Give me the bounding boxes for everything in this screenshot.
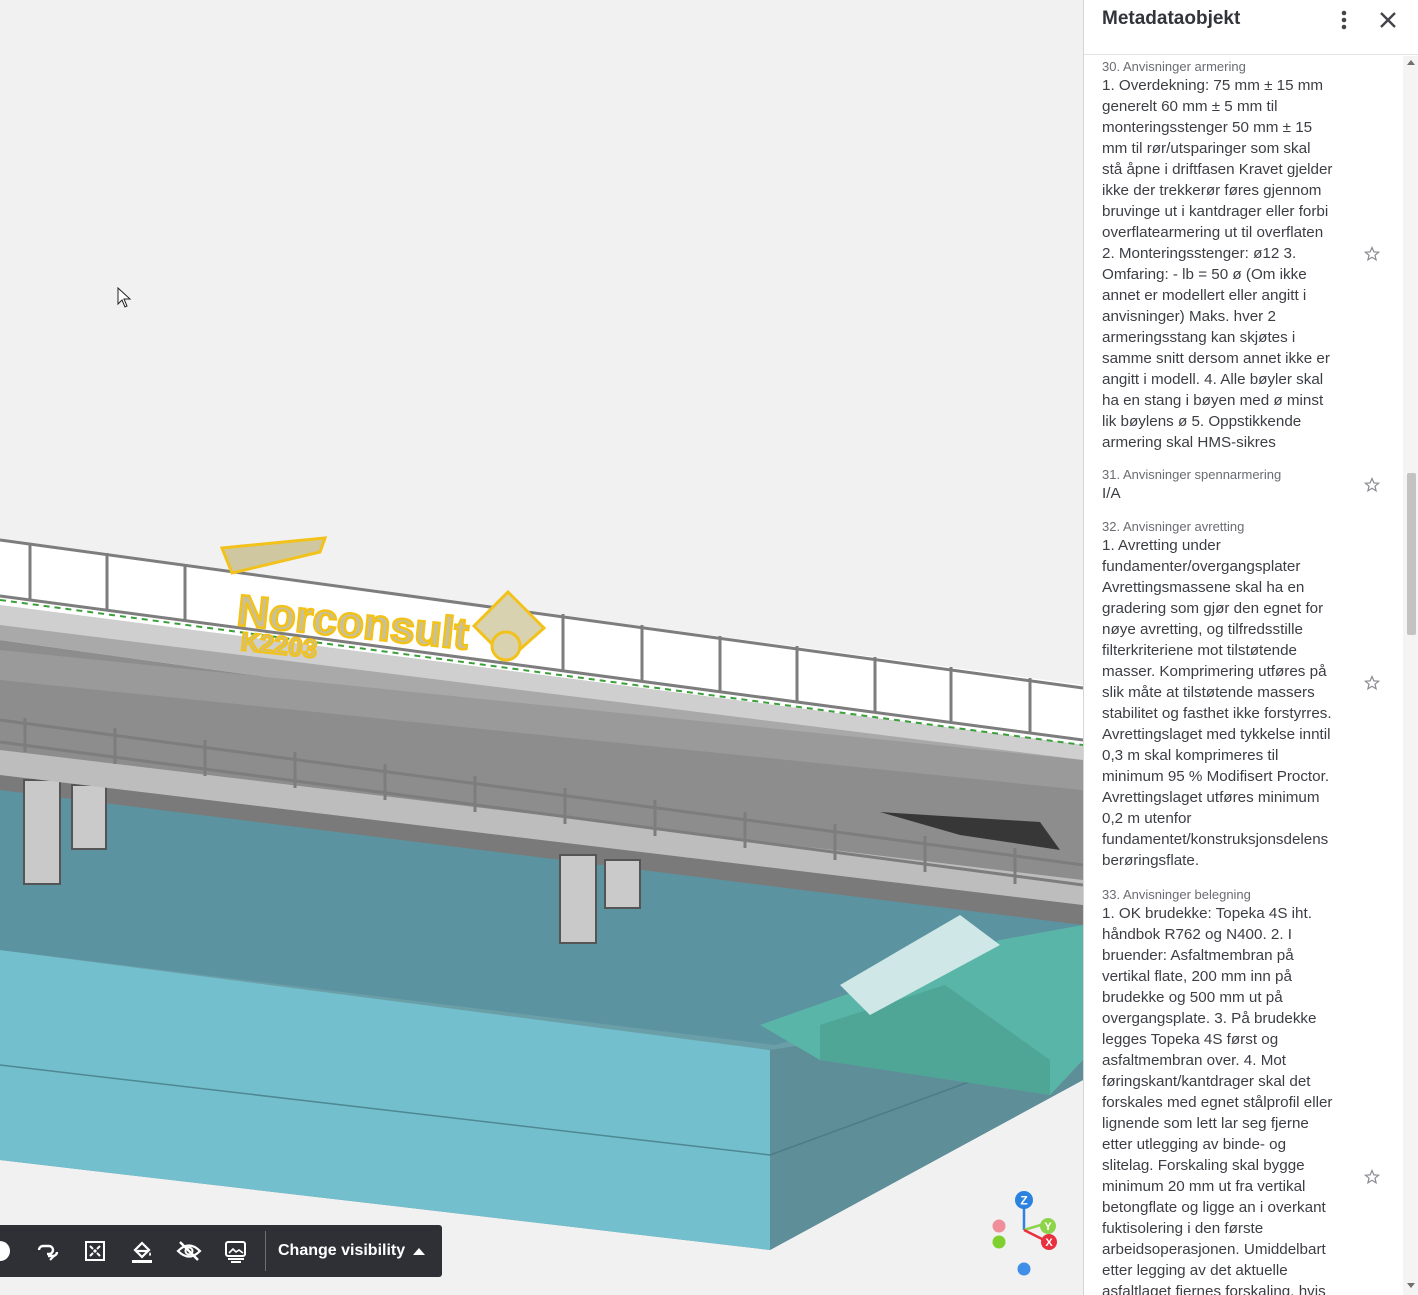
svg-text:Y: Y (1044, 1221, 1052, 1233)
caret-up-icon (413, 1248, 426, 1255)
scroll-down-arrow-icon[interactable] (1407, 1283, 1415, 1288)
neg-z-axis-handle[interactable] (1017, 1262, 1031, 1276)
property-item: 31. Anvisninger spennarmering I/A (1084, 466, 1380, 504)
neg-y-axis-handle[interactable] (992, 1235, 1006, 1249)
image-stack-icon (224, 1241, 246, 1263)
favorite-star-icon[interactable] (1364, 1169, 1380, 1185)
property-value: 1. Overdekning: 75 mm ± 15 mm generelt 6… (1102, 77, 1333, 451)
property-label: 33. Anvisninger belegning (1102, 887, 1251, 902)
property-label: 32. Anvisninger avretting (1102, 519, 1245, 534)
pier (23, 779, 61, 885)
property-item: 33. Anvisninger belegning 1. OK brudekke… (1084, 886, 1380, 1295)
metadata-panel: Metadataobjekt 30. Anvisninger armering … (1083, 0, 1418, 1295)
svg-text:X: X (1045, 1237, 1053, 1249)
circle-tool-button[interactable] (0, 1225, 24, 1277)
link-icon (37, 1244, 58, 1261)
mouse-cursor-icon (117, 287, 132, 308)
model-viewport[interactable]: Norconsult K2203 Change visibility Z Y X (0, 0, 1083, 1295)
fit-view-icon (84, 1241, 105, 1261)
viewer-toolbar: Change visibility (0, 1225, 442, 1277)
property-label: 30. Anvisninger armering (1102, 59, 1246, 74)
circle-icon (0, 1241, 10, 1261)
panel-header: Metadataobjekt (1084, 0, 1418, 55)
favorite-star-icon[interactable] (1364, 675, 1380, 691)
pier (559, 854, 597, 944)
property-label: 31. Anvisninger spennarmering (1102, 467, 1282, 482)
scroll-thumb[interactable] (1407, 473, 1416, 635)
pier (71, 784, 107, 850)
panel-scrollbar[interactable] (1403, 56, 1418, 1295)
property-item: 30. Anvisninger armering 1. Overdekning:… (1084, 58, 1380, 453)
pier (604, 859, 641, 909)
close-icon (1380, 12, 1396, 28)
change-visibility-label: Change visibility (278, 1242, 406, 1259)
svg-text:Z: Z (1020, 1194, 1027, 1208)
properties-list: 30. Anvisninger armering 1. Overdekning:… (1084, 56, 1418, 1295)
change-visibility-button[interactable]: Change visibility (278, 1242, 426, 1260)
property-item: 32. Anvisninger avretting 1. Avretting u… (1084, 518, 1380, 871)
close-button[interactable] (1376, 8, 1400, 32)
property-value: 1. Avretting under fundamenter/overgangs… (1102, 537, 1332, 869)
panel-title: Metadataobjekt (1102, 8, 1241, 29)
favorite-star-icon[interactable] (1364, 246, 1380, 262)
property-value: 1. OK brudekke: Topeka 4S iht. håndbok R… (1102, 905, 1333, 1295)
toolbar-divider (265, 1231, 266, 1271)
link-tool-button[interactable] (24, 1225, 71, 1277)
image-stack-button[interactable] (212, 1225, 259, 1277)
norconsult-logo[interactable]: Norconsult K2203 (219, 536, 547, 665)
paint-bucket-icon (131, 1241, 152, 1263)
scroll-up-arrow-icon[interactable] (1407, 60, 1415, 65)
neg-x-axis-handle[interactable] (992, 1219, 1006, 1233)
more-options-button[interactable] (1333, 8, 1355, 32)
property-value: I/A (1102, 485, 1121, 502)
fit-view-button[interactable] (71, 1225, 118, 1277)
favorite-star-icon[interactable] (1364, 477, 1380, 493)
bridge-model[interactable]: Norconsult K2203 (0, 0, 1083, 1295)
more-vertical-icon (1341, 10, 1347, 30)
axis-gizmo[interactable]: Z Y X (984, 1186, 1074, 1276)
eye-off-icon (175, 1241, 202, 1261)
hide-button[interactable] (165, 1225, 212, 1277)
paint-bucket-button[interactable] (118, 1225, 165, 1277)
